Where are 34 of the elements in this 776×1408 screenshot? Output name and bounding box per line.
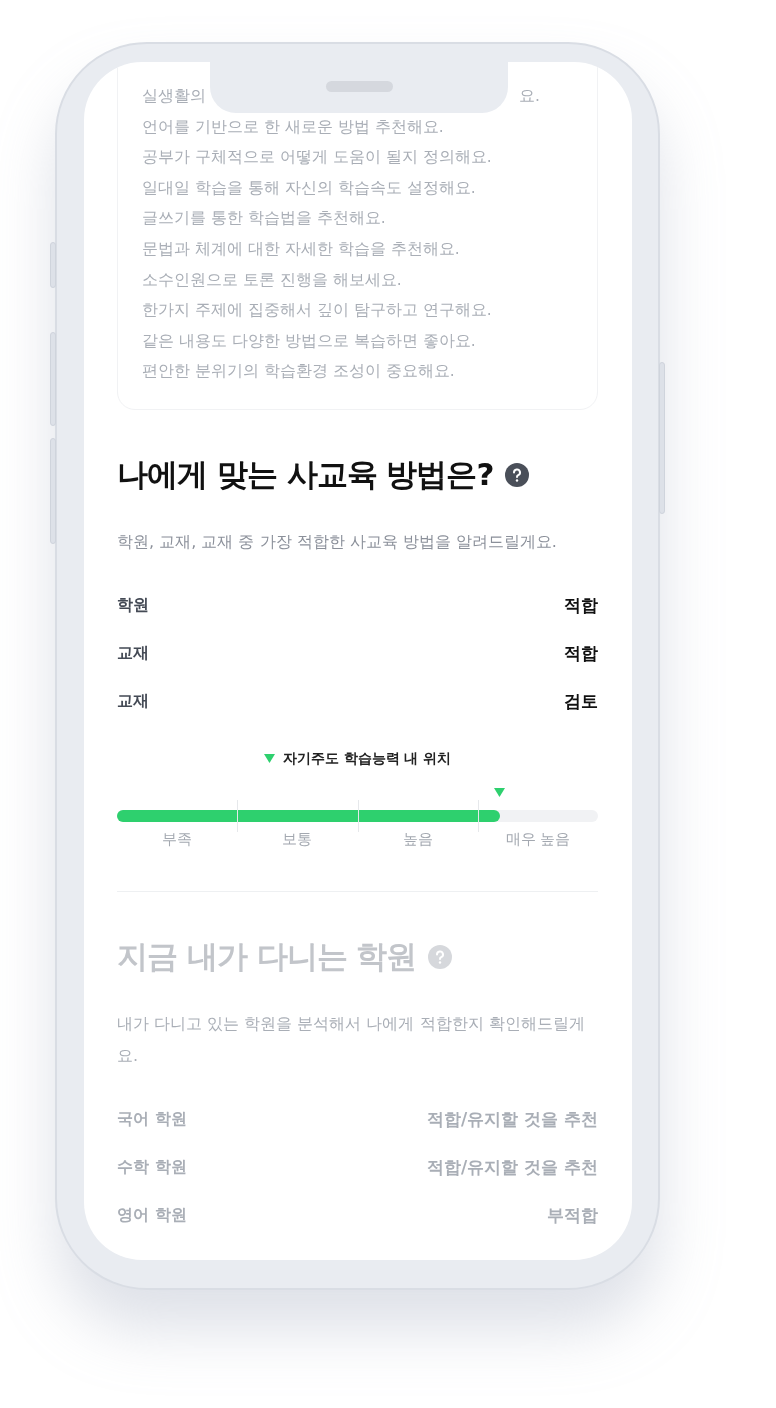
row-value: 적합: [564, 642, 598, 666]
scale-label: 높음: [401, 829, 434, 849]
tip-text: 같은 내용도 다양한 방법으로 복습하면 좋아요.: [142, 330, 477, 352]
scale-label: 보통: [281, 829, 314, 849]
section-description: 내가 다니고 있는 학원을 분석해서 나에게 적합한지 확인해드릴게요.: [117, 1012, 586, 1067]
section-title: 나에게 맞는 사교육 방법은?: [117, 454, 494, 494]
row-value: 적합/유지할 것을 추천: [426, 1156, 598, 1180]
row-label: 학원: [117, 595, 149, 617]
tip-text: 언어를 기반으로 한 새로운 방법 추천해요.: [142, 116, 445, 138]
triangle-icon: [263, 754, 275, 764]
tip-text: 글쓰기를 통한 학습법을 추천해요.: [142, 208, 387, 230]
row-label: 교재: [117, 643, 149, 665]
row-label: 교재: [117, 691, 149, 713]
legend-label: 자기주도 학습능력 내 위치: [282, 749, 452, 768]
section-description: 학원, 교재, 교재 중 가장 적합한 사교육 방법을 알려드릴게요.: [117, 530, 558, 553]
tip-text: 소수인원으로 토론 진행을 해보세요.: [142, 269, 403, 291]
tip-text: 공부가 구체적으로 어떻게 도움이 될지 정의해요.: [142, 147, 493, 169]
scale-label: 매우 높음: [504, 829, 572, 849]
tip-text: 실생활의: [142, 86, 206, 107]
tip-text: 요.: [519, 86, 540, 107]
tip-text: 한가지 주제에 집중해서 깊이 탐구하고 연구해요.: [142, 300, 493, 322]
row-value: 적합/유지할 것을 추천: [426, 1108, 598, 1132]
row-label: 영어 학원: [117, 1205, 187, 1227]
section-title: 지금 내가 다니는 학원: [117, 936, 417, 976]
tip-text: 일대일 학습을 통해 자신의 학습속도 설정해요.: [142, 177, 477, 199]
row-value: 부적합: [547, 1204, 598, 1228]
row-value: 적합: [564, 594, 598, 618]
row-value: 검토: [564, 690, 598, 714]
scale-label: 부족: [161, 829, 194, 849]
help-icon[interactable]: [505, 462, 530, 487]
tip-text: 문법과 체계에 대한 자세한 학습을 추천해요.: [142, 238, 461, 260]
row-label: 수학 학원: [117, 1157, 187, 1179]
tip-text: 편안한 분위기의 학습환경 조성이 중요해요.: [142, 361, 456, 383]
row-label: 국어 학원: [117, 1109, 187, 1131]
